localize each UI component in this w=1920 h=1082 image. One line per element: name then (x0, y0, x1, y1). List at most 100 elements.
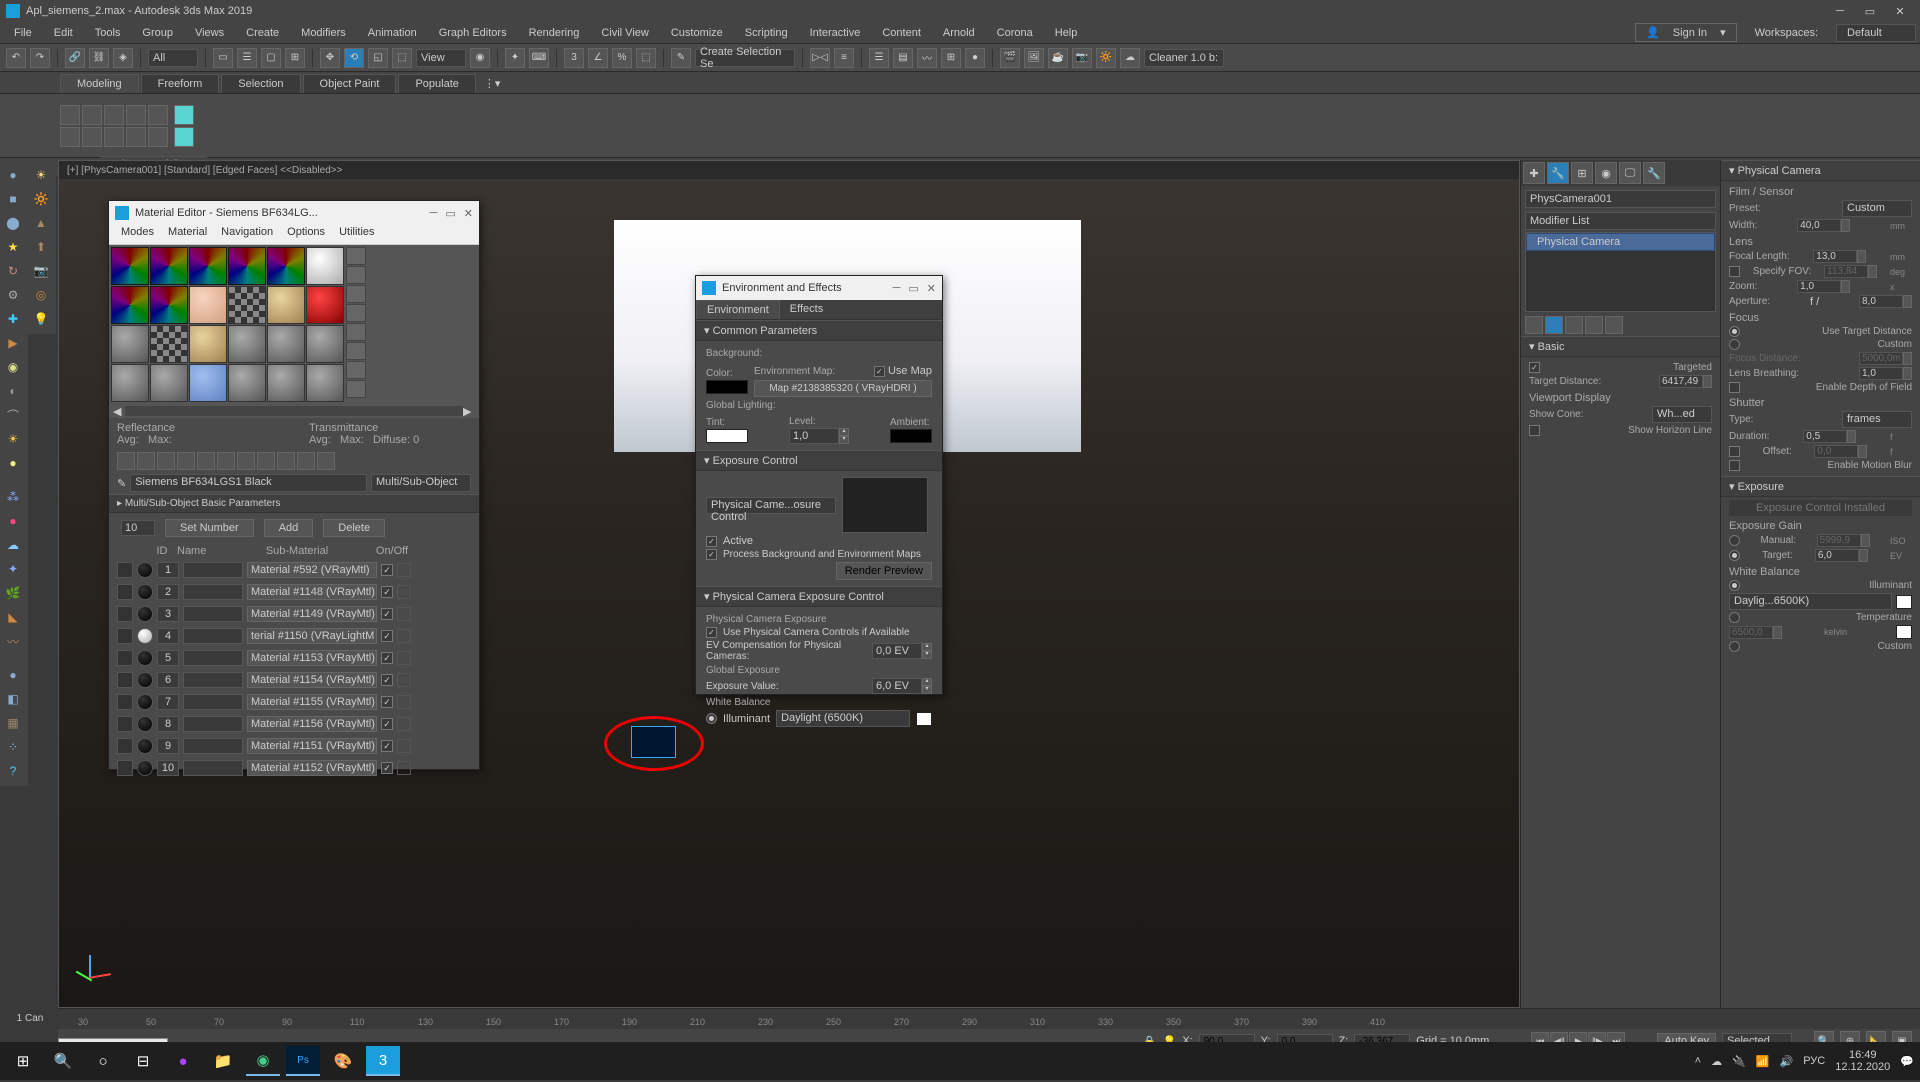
undo-button[interactable]: ↶ (6, 48, 26, 68)
wb-illuminant-dropdown[interactable]: Daylig...6500K) (1729, 593, 1892, 610)
material-id[interactable]: 5 (157, 650, 179, 666)
menu-animation[interactable]: Animation (358, 25, 427, 41)
focal-length-spinner[interactable] (1813, 250, 1866, 263)
material-preview-icon[interactable] (137, 606, 153, 622)
row-icon[interactable] (117, 628, 133, 644)
material-on-checkbox[interactable]: ✓ (381, 652, 393, 664)
ribbon-btn[interactable] (60, 105, 80, 125)
material-preview-icon[interactable] (137, 584, 153, 600)
material-on-checkbox[interactable]: ✓ (381, 586, 393, 598)
material-color-swatch[interactable] (397, 695, 411, 709)
ribbon-btn[interactable] (82, 105, 102, 125)
object-name-field[interactable]: PhysCamera001 (1525, 190, 1716, 208)
display-tab-icon[interactable]: 🖵 (1619, 162, 1641, 184)
sub-material-button[interactable]: Material #1154 (VRayMtl) (247, 672, 377, 688)
phys-cam-exposure-rollout[interactable]: Physical Camera Exposure Control (696, 586, 942, 607)
material-swatch[interactable] (150, 247, 188, 285)
wb-temperature-radio[interactable] (1729, 612, 1740, 623)
select-by-mat-button[interactable] (346, 380, 366, 398)
triangle-icon[interactable]: ◣ (2, 606, 24, 628)
ribbon-tab-object-paint[interactable]: Object Paint (303, 74, 397, 93)
material-swatch[interactable] (111, 364, 149, 402)
backlight-button[interactable] (346, 266, 366, 284)
go-to-parent-button[interactable] (297, 452, 315, 470)
mat-menu-utilities[interactable]: Utilities (333, 225, 380, 244)
ambient-swatch[interactable] (890, 429, 932, 443)
cylinder-icon[interactable]: ⬤ (2, 212, 24, 234)
menu-create[interactable]: Create (236, 25, 289, 41)
material-swatch[interactable] (267, 286, 305, 324)
material-id[interactable]: 3 (157, 606, 179, 622)
cloud-icon[interactable]: ☁ (2, 534, 24, 556)
explorer-icon[interactable]: 📁 (206, 1046, 240, 1076)
redo-button[interactable]: ↷ (30, 48, 50, 68)
menu-content[interactable]: Content (872, 25, 931, 41)
material-name-field[interactable] (183, 694, 243, 710)
illuminant-dropdown[interactable]: Daylight (6500K) (776, 710, 910, 727)
material-editor-titlebar[interactable]: Material Editor - Siemens BF634LG... ─▭✕ (109, 201, 479, 225)
render-preview-button[interactable]: Render Preview (836, 562, 932, 580)
material-swatch[interactable] (306, 247, 344, 285)
material-color-swatch[interactable] (397, 585, 411, 599)
photoshop-icon[interactable]: Ps (286, 1046, 320, 1076)
render-activeshade-button[interactable]: 🔆 (1096, 48, 1116, 68)
material-on-checkbox[interactable]: ✓ (381, 674, 393, 686)
material-on-checkbox[interactable]: ✓ (381, 696, 393, 708)
select-rotate-button[interactable]: ⟲ (344, 48, 364, 68)
material-type-button[interactable]: Multi/Sub-Object (371, 474, 471, 492)
preset-dropdown[interactable]: Custom (1842, 200, 1912, 217)
multi-sub-rollout[interactable]: Multi/Sub-Object Basic Parameters (109, 494, 479, 513)
minimize-button[interactable]: ─ (1826, 2, 1854, 20)
zoom-spinner[interactable] (1797, 280, 1850, 293)
env-titlebar[interactable]: Environment and Effects ─▭✕ (696, 276, 942, 300)
star-icon[interactable]: ★ (2, 236, 24, 258)
mat-menu-navigation[interactable]: Navigation (215, 225, 279, 244)
material-swatch[interactable] (189, 286, 227, 324)
mat-menu-modes[interactable]: Modes (115, 225, 160, 244)
material-id-button[interactable] (257, 452, 275, 470)
ribbon-btn[interactable] (104, 127, 124, 147)
row-icon[interactable] (117, 650, 133, 666)
set-number-button[interactable]: Set Number (165, 519, 254, 537)
material-swatch[interactable] (306, 364, 344, 402)
lens-breathing-spinner[interactable] (1859, 367, 1912, 380)
show-end-result-button[interactable] (277, 452, 295, 470)
material-preview-icon[interactable] (137, 738, 153, 754)
maximize-button[interactable]: ▭ (1856, 2, 1884, 20)
material-id[interactable]: 1 (157, 562, 179, 578)
process-bg-checkbox[interactable]: ✓ (706, 549, 717, 560)
row-icon[interactable] (117, 716, 133, 732)
material-swatch[interactable] (306, 325, 344, 363)
put-to-library-button[interactable] (237, 452, 255, 470)
illuminant-radio[interactable] (706, 713, 717, 724)
material-name-field[interactable] (183, 628, 243, 644)
row-icon[interactable] (117, 760, 133, 776)
align-button[interactable]: ≡ (834, 48, 854, 68)
named-selection-dropdown[interactable]: Create Selection Se (695, 49, 795, 67)
material-scroll[interactable]: ◀▶ (109, 404, 479, 418)
material-name-field[interactable] (183, 650, 243, 666)
arc-icon[interactable]: ⌒ (2, 404, 24, 426)
bind-button[interactable]: ◈ (113, 48, 133, 68)
rendered-frame-button[interactable]: 🖼 (1024, 48, 1044, 68)
target-distance-spinner[interactable] (1659, 375, 1712, 388)
spinner-snap-button[interactable]: ⬚ (636, 48, 656, 68)
menu-file[interactable]: File (4, 25, 42, 41)
row-icon[interactable] (117, 562, 133, 578)
target-radio[interactable] (1729, 550, 1740, 561)
basic-rollout[interactable]: Basic (1521, 336, 1720, 357)
sub-material-button[interactable]: Material #1152 (VRayMtl) (247, 760, 377, 776)
modifier-list-dropdown[interactable]: Modifier List (1525, 212, 1716, 230)
material-swatch[interactable] (150, 325, 188, 363)
tray-notifications-icon[interactable]: 💬 (1900, 1055, 1914, 1068)
menu-interactive[interactable]: Interactive (800, 25, 871, 41)
maximize-button[interactable]: ▭ (445, 207, 455, 220)
window-crossing-button[interactable]: ⊞ (285, 48, 305, 68)
keyboard-shortcut-button[interactable]: ⌨ (529, 48, 549, 68)
material-on-checkbox[interactable]: ✓ (381, 608, 393, 620)
enable-dof-checkbox[interactable] (1729, 382, 1740, 393)
utilities-tab-icon[interactable]: 🔧 (1643, 162, 1665, 184)
row-icon[interactable] (117, 694, 133, 710)
material-name-field[interactable] (183, 562, 243, 578)
sub-material-button[interactable]: Material #1148 (VRayMtl) (247, 584, 377, 600)
